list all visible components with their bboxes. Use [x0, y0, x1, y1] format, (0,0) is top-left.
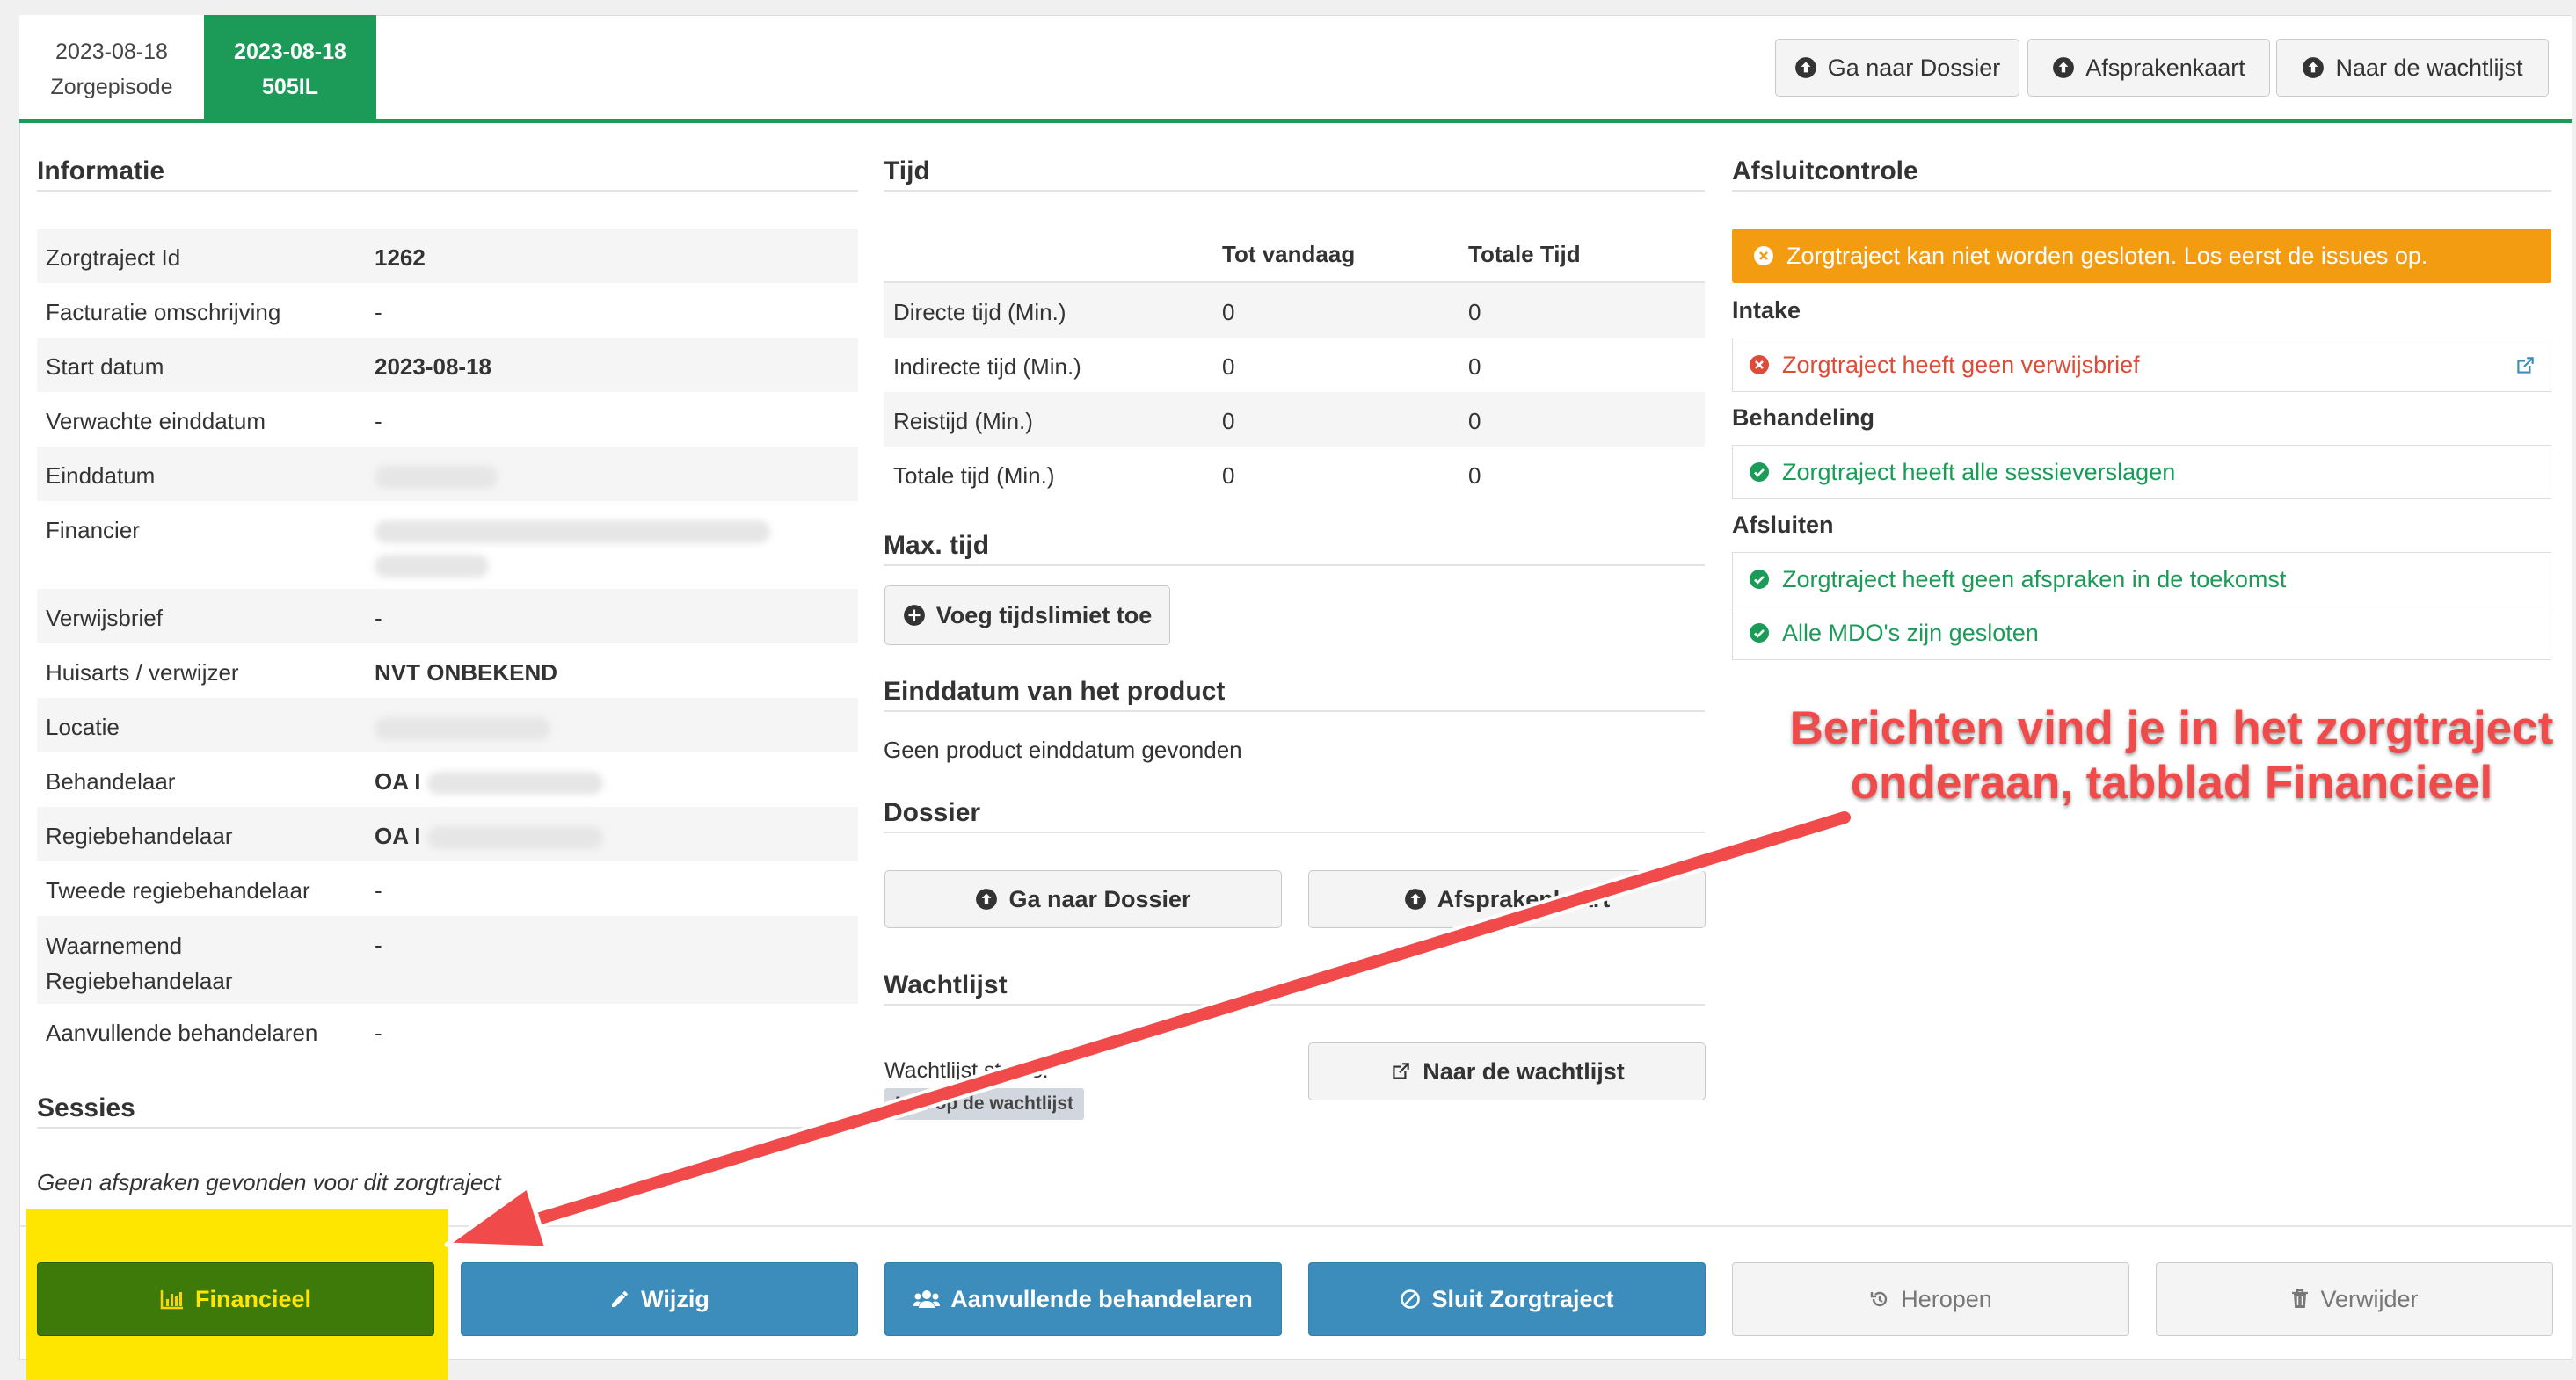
annotation-arrow: [444, 808, 1854, 1251]
callout-line: Berichten vind je in het zorgtraject: [1788, 701, 2555, 756]
callout-line: onderaan, tabblad Financieel: [1849, 756, 2493, 810]
annotation-callout: Berichten vind je in het zorgtraject ond…: [1785, 701, 2558, 810]
